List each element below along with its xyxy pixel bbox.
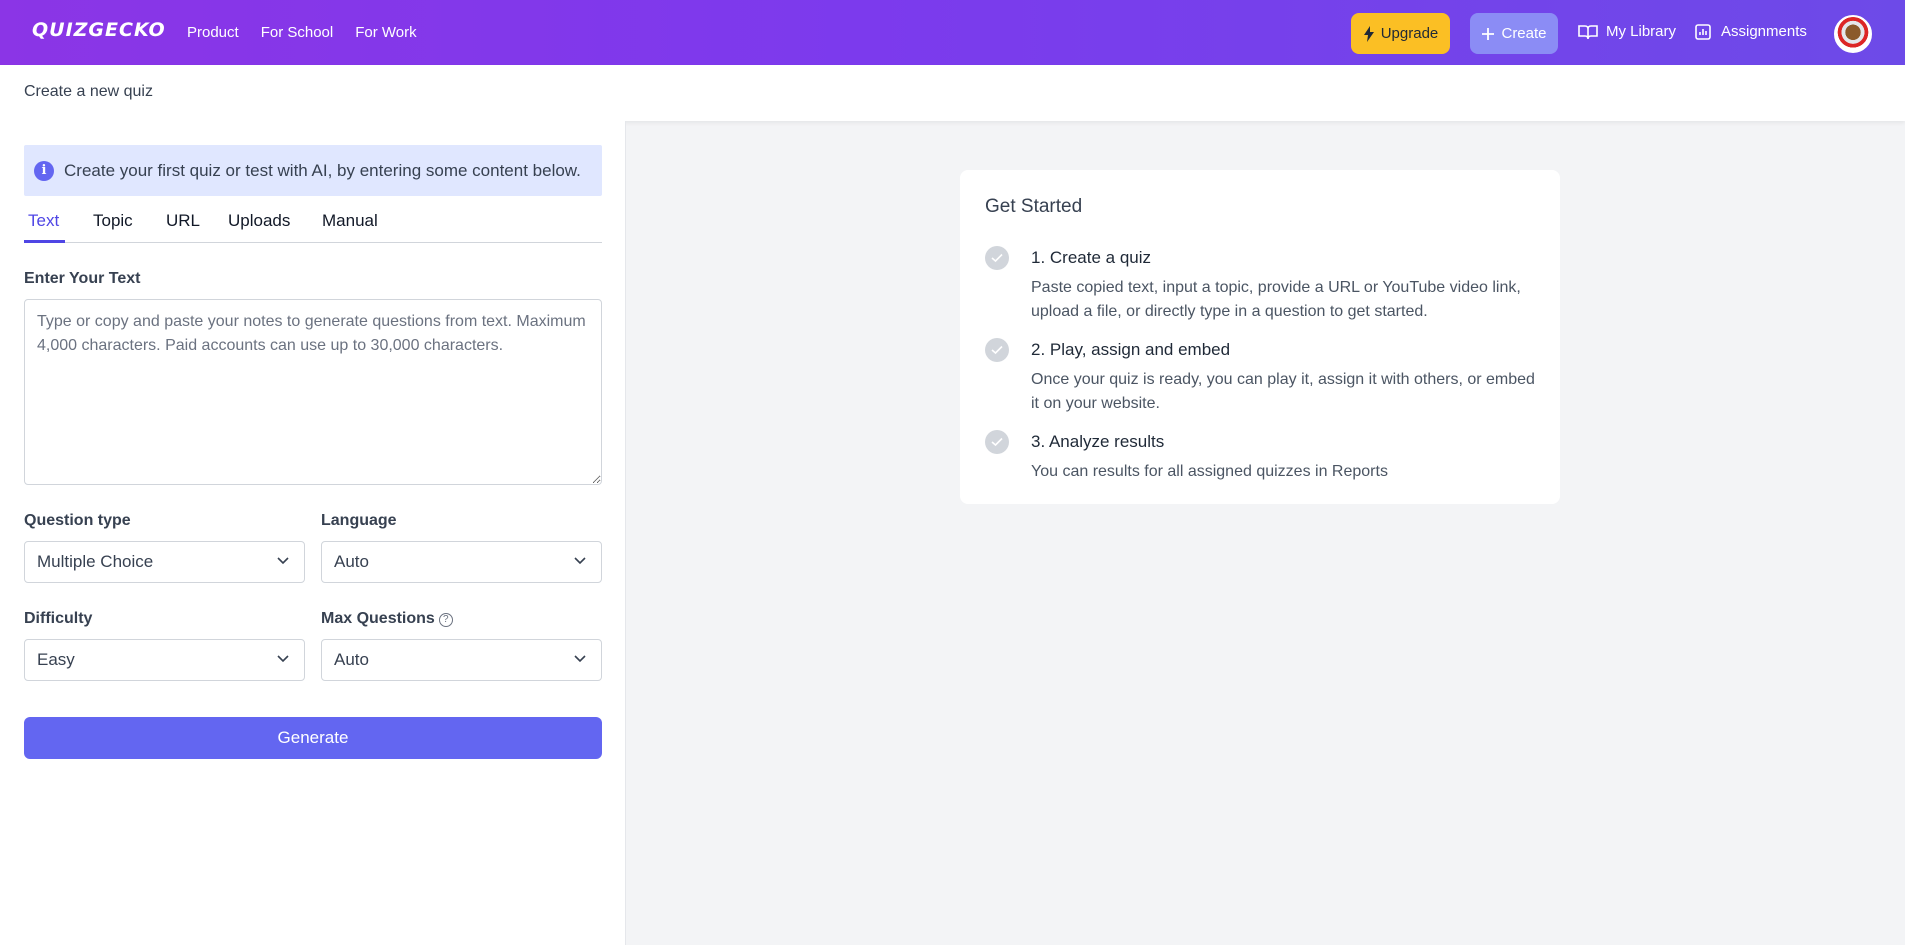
assignments-label: Assignments	[1721, 23, 1807, 40]
step-title: 1. Create a quiz	[1031, 248, 1152, 267]
avatar[interactable]	[1834, 15, 1872, 53]
upgrade-label: Upgrade	[1380, 25, 1439, 42]
chevron-down-icon	[574, 557, 586, 565]
step-desc: Paste copied text, input a topic, provid…	[1031, 279, 1521, 320]
step-desc: You can results for all assigned quizzes…	[1031, 463, 1388, 480]
source-tabs: Text Topic URL Uploads Manual	[24, 206, 602, 243]
step-title: 3. Analyze results	[1031, 432, 1165, 451]
lightning-icon	[1363, 25, 1374, 42]
plus-icon	[1482, 27, 1495, 40]
language-label: Language	[321, 512, 397, 529]
chevron-down-icon	[277, 557, 289, 565]
question-type-select[interactable]: Multiple Choice	[24, 541, 305, 583]
logo[interactable]: QUIZGECKO	[32, 19, 166, 41]
max-questions-value: Auto	[334, 650, 369, 669]
tab-uploads[interactable]: Uploads	[228, 211, 290, 231]
help-icon[interactable]: ?	[438, 613, 453, 627]
create-label: Create	[1501, 25, 1547, 42]
quiz-form-panel: i Create your first quiz or test with AI…	[0, 121, 626, 945]
nav-links: Product For School For Work	[187, 24, 417, 41]
chevron-down-icon	[277, 655, 289, 663]
difficulty-label: Difficulty	[24, 610, 93, 627]
difficulty-value: Easy	[37, 650, 75, 669]
active-tab-indicator	[24, 240, 65, 243]
assignments-link[interactable]: Assignments	[1695, 23, 1807, 40]
create-button[interactable]: Create	[1470, 13, 1558, 54]
get-started-card: Get Started 1. Create a quiz Paste copie…	[960, 170, 1560, 504]
info-text: Create your first quiz or test with AI, …	[64, 160, 581, 180]
max-questions-select[interactable]: Auto	[321, 639, 602, 681]
page-title: Create a new quiz	[24, 83, 153, 100]
nav-link-for-school[interactable]: For School	[261, 24, 334, 41]
difficulty-select[interactable]: Easy	[24, 639, 305, 681]
tab-topic[interactable]: Topic	[93, 211, 133, 231]
check-icon	[985, 338, 1009, 362]
my-library-link[interactable]: My Library	[1578, 23, 1676, 40]
question-type-value: Multiple Choice	[37, 552, 154, 571]
nav-link-product[interactable]: Product	[187, 24, 239, 41]
generate-button[interactable]: Generate	[24, 717, 602, 759]
max-questions-label-row: Max Questions?	[321, 610, 453, 628]
tab-url[interactable]: URL	[166, 211, 200, 231]
max-questions-label: Max Questions	[321, 610, 435, 627]
text-label: Enter Your Text	[24, 270, 141, 287]
check-icon	[985, 246, 1009, 270]
upgrade-button[interactable]: Upgrade	[1351, 13, 1450, 54]
step-desc: Once your quiz is ready, you can play it…	[1031, 371, 1535, 412]
question-type-label: Question type	[24, 512, 131, 529]
text-input[interactable]	[24, 299, 602, 485]
chevron-down-icon	[574, 655, 586, 663]
tab-manual[interactable]: Manual	[322, 211, 378, 231]
sub-header: Create a new quiz	[0, 65, 1905, 121]
language-value: Auto	[334, 552, 369, 571]
get-started-title: Get Started	[985, 196, 1083, 217]
book-icon	[1578, 24, 1598, 39]
chart-icon	[1695, 23, 1711, 40]
top-nav: QUIZGECKO Product For School For Work Up…	[0, 0, 1905, 65]
info-banner: i Create your first quiz or test with AI…	[24, 145, 602, 196]
step-title: 2. Play, assign and embed	[1031, 340, 1231, 359]
my-library-label: My Library	[1606, 23, 1677, 40]
nav-link-for-work[interactable]: For Work	[355, 24, 416, 41]
language-select[interactable]: Auto	[321, 541, 602, 583]
check-icon	[985, 430, 1009, 454]
tab-text[interactable]: Text	[28, 211, 59, 231]
info-icon: i	[34, 160, 54, 181]
